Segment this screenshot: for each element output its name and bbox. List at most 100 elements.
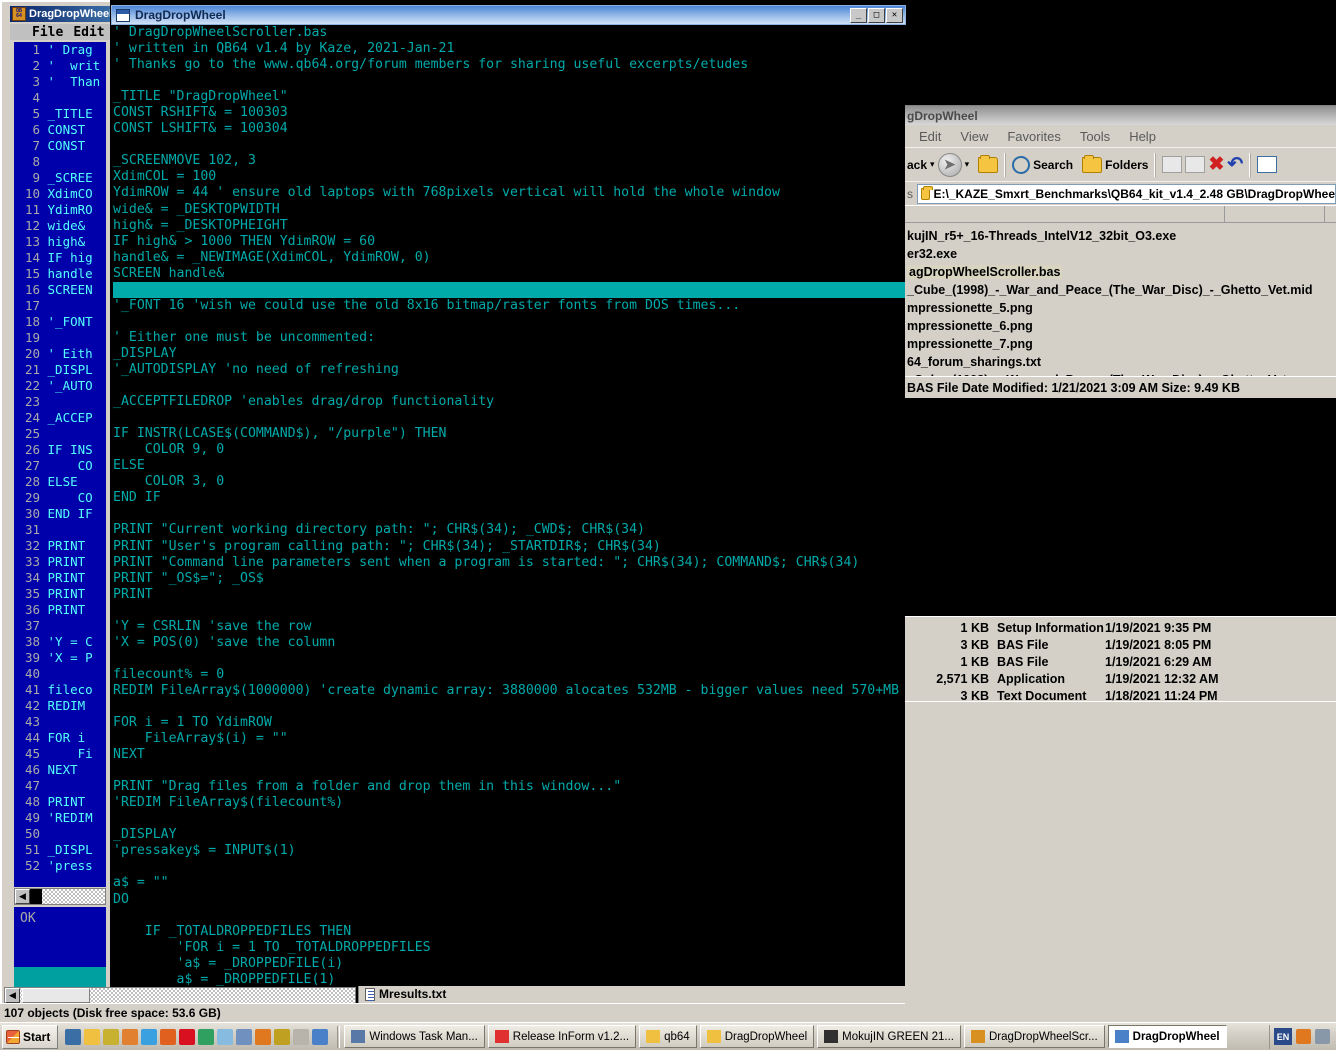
file-list-item[interactable]: kujIN_r5+_16-Threads_IntelV12_32bit_O3.e… [905,227,1336,245]
search-button-label[interactable]: Search [1033,158,1073,172]
media-player-icon[interactable] [103,1029,119,1045]
address-input[interactable]: E:\_KAZE_Smxrt_Benchmarks\QB64_kit_v1.4_… [917,184,1336,204]
taskbar-button[interactable]: Windows Task Man... [344,1025,484,1048]
qb64-code-editor[interactable]: 1 ' Drag2 ' writ3 ' Than4 5 _TITLE6 CONS… [14,42,106,887]
file-detail-row[interactable]: 2,571 KBApplication1/19/2021 12:32 AM [905,670,1336,687]
outer-scroll-left-arrow-icon[interactable]: ◀ [5,988,20,1003]
file-name[interactable]: _Cube_(1998)_-_War_and_Peace_(The_War_Di… [907,283,1312,297]
back-dropdown-icon[interactable]: ▾ [930,159,935,170]
taskbar-button[interactable]: DragDropWheelScr... [964,1025,1105,1048]
explorer-addressbar[interactable]: s E:\_KAZE_Smxrt_Benchmarks\QB64_kit_v1.… [905,181,1336,205]
explorer-toolbar[interactable]: ack ▾ ➤ ▾ Search Folders ✖ ↶ [905,147,1336,181]
file-list-column-header[interactable] [905,205,1336,223]
dragdropwheel-titlebar[interactable]: DragDropWheel _ □ ✕ [111,5,906,25]
folders-button-label[interactable]: Folders [1105,158,1148,172]
menu-edit[interactable]: Edit [919,129,941,144]
firefox-alt-icon[interactable] [255,1029,271,1045]
file-name[interactable]: mpressionette_5.png [907,301,1033,315]
windows-explorer-window[interactable]: gDropWheel Edit View Favorites Tools Hel… [905,105,1336,1022]
taskbar-button[interactable]: MokujIN GREEN 21... [817,1025,961,1048]
file-name[interactable]: er32.exe [907,247,957,261]
dragdropwheel-window[interactable]: DragDropWheel _ □ ✕ ' DragDropWheelScrol… [110,4,905,985]
forward-icon[interactable]: ➤ [938,153,962,177]
menu-help[interactable]: Help [1129,129,1156,144]
file-list-item[interactable]: _Cube_(1998)_-_War_and_Peace_(The_War_Di… [905,371,1336,376]
taskbar-button[interactable]: Release InForm v1.2... [488,1025,636,1048]
menu-tools[interactable]: Tools [1080,129,1110,144]
copy-to-icon[interactable] [1185,156,1205,173]
delete-icon[interactable]: ✖ [1208,155,1224,174]
paint-icon[interactable] [122,1029,138,1045]
scroll-left-arrow-icon[interactable]: ◀ [15,889,30,904]
file-detail-row[interactable]: 3 KBText Document1/18/2021 11:24 PM [905,687,1336,701]
file-list-item[interactable]: er32.exe [905,245,1336,263]
file-details-list[interactable]: 1 KBSetup Information1/19/2021 9:35 PM3 … [905,616,1336,701]
file-list-item[interactable]: mpressionette_6.png [905,317,1336,335]
forward-dropdown-icon[interactable]: ▾ [965,159,970,170]
window-icon[interactable] [312,1029,328,1045]
minimize-button[interactable]: _ [850,8,867,23]
calculator-icon[interactable] [236,1029,252,1045]
file-name[interactable]: 64_forum_sharings.txt [907,355,1041,369]
menu-view[interactable]: View [960,129,988,144]
file-list-item[interactable]: mpressionette_5.png [905,299,1336,317]
search-icon[interactable] [293,1029,309,1045]
show-desktop-icon[interactable] [65,1029,81,1045]
chrome-icon[interactable] [198,1029,214,1045]
column-name[interactable] [905,206,1225,222]
network-tray-icon[interactable] [1315,1029,1330,1044]
internet-explorer-icon[interactable] [141,1029,157,1045]
file-name[interactable]: _Cube_(1998)_-_War_and_Peace_(The_War_Di… [907,373,1314,376]
task-buttons[interactable]: Windows Task Man...Release InForm v1.2..… [344,1025,1267,1048]
qb64-ide-window[interactable]: QB64 DragDropWheel File Edit 1 ' Drag2 '… [0,0,110,1005]
outer-hscrollbar[interactable]: ◀ [4,987,356,1004]
move-to-icon[interactable] [1162,156,1182,173]
taskbar-button[interactable]: qb64 [639,1025,697,1048]
system-tray[interactable]: EN [1269,1025,1334,1049]
qb64-editor-hscrollbar[interactable]: ◀ [14,888,106,905]
outer-scroll-thumb[interactable] [22,988,90,1003]
undo-icon[interactable]: ↶ [1227,155,1243,174]
language-indicator[interactable]: EN [1274,1028,1292,1045]
start-button[interactable]: Start [2,1025,58,1049]
notepad-icon[interactable] [217,1029,233,1045]
taskbar-button[interactable]: DragDropWheel [1108,1025,1227,1048]
views-icon[interactable] [1257,156,1277,173]
scroll-thumb[interactable] [30,889,42,904]
file-list-item[interactable]: mpressionette_7.png [905,335,1336,353]
back-button-label[interactable]: ack [907,158,927,172]
taskbar-button[interactable]: DragDropWheel [700,1025,814,1048]
file-detail-row[interactable]: 1 KBSetup Information1/19/2021 9:35 PM [905,619,1336,636]
file-name[interactable]: kujIN_r5+_16-Threads_IntelV12_32bit_O3.e… [907,229,1176,243]
firefox-tray-icon[interactable] [1296,1029,1311,1044]
qb64-titlebar[interactable]: QB64 DragDropWheel [10,6,112,22]
file-list-item[interactable]: 64_forum_sharings.txt [905,353,1336,371]
console-output-area[interactable]: ' DragDropWheelScroller.bas' written in … [111,25,906,986]
file-name[interactable]: mpressionette_7.png [907,337,1033,351]
globe-icon[interactable] [274,1029,290,1045]
file-detail-row[interactable]: 1 KBBAS File1/19/2021 6:29 AM [905,653,1336,670]
column-size[interactable] [1225,206,1325,222]
maximize-button[interactable]: □ [868,8,885,23]
opera-icon[interactable] [179,1029,195,1045]
qb64-menu-edit[interactable]: Edit [73,25,104,40]
explorer-titlebar[interactable]: gDropWheel [905,106,1336,125]
file-name[interactable]: mpressionette_6.png [907,319,1033,333]
file-list-item[interactable]: agDropWheelScroller.bas [905,263,1336,281]
taskbar[interactable]: Start Windows Task Man...Release InForm … [0,1022,1336,1050]
folders-icon[interactable] [1082,157,1102,173]
qb64-menubar[interactable]: File Edit [10,24,112,40]
file-name[interactable]: agDropWheelScroller.bas [907,265,1062,279]
menu-favorites[interactable]: Favorites [1007,129,1060,144]
qb64-menu-file[interactable]: File [32,25,63,40]
file-list-item[interactable]: _Cube_(1998)_-_War_and_Peace_(The_War_Di… [905,281,1336,299]
mresults-tab[interactable]: Mresults.txt [358,985,905,1003]
folder-icon[interactable] [84,1029,100,1045]
close-button[interactable]: ✕ [886,8,903,23]
explorer-menubar[interactable]: Edit View Favorites Tools Help [905,125,1336,147]
quick-launch-bar[interactable] [60,1029,333,1045]
up-icon[interactable] [978,157,998,173]
file-list[interactable]: kujIN_r5+_16-Threads_IntelV12_32bit_O3.e… [905,223,1336,376]
search-icon[interactable] [1012,156,1030,174]
file-detail-row[interactable]: 3 KBBAS File1/19/2021 8:05 PM [905,636,1336,653]
